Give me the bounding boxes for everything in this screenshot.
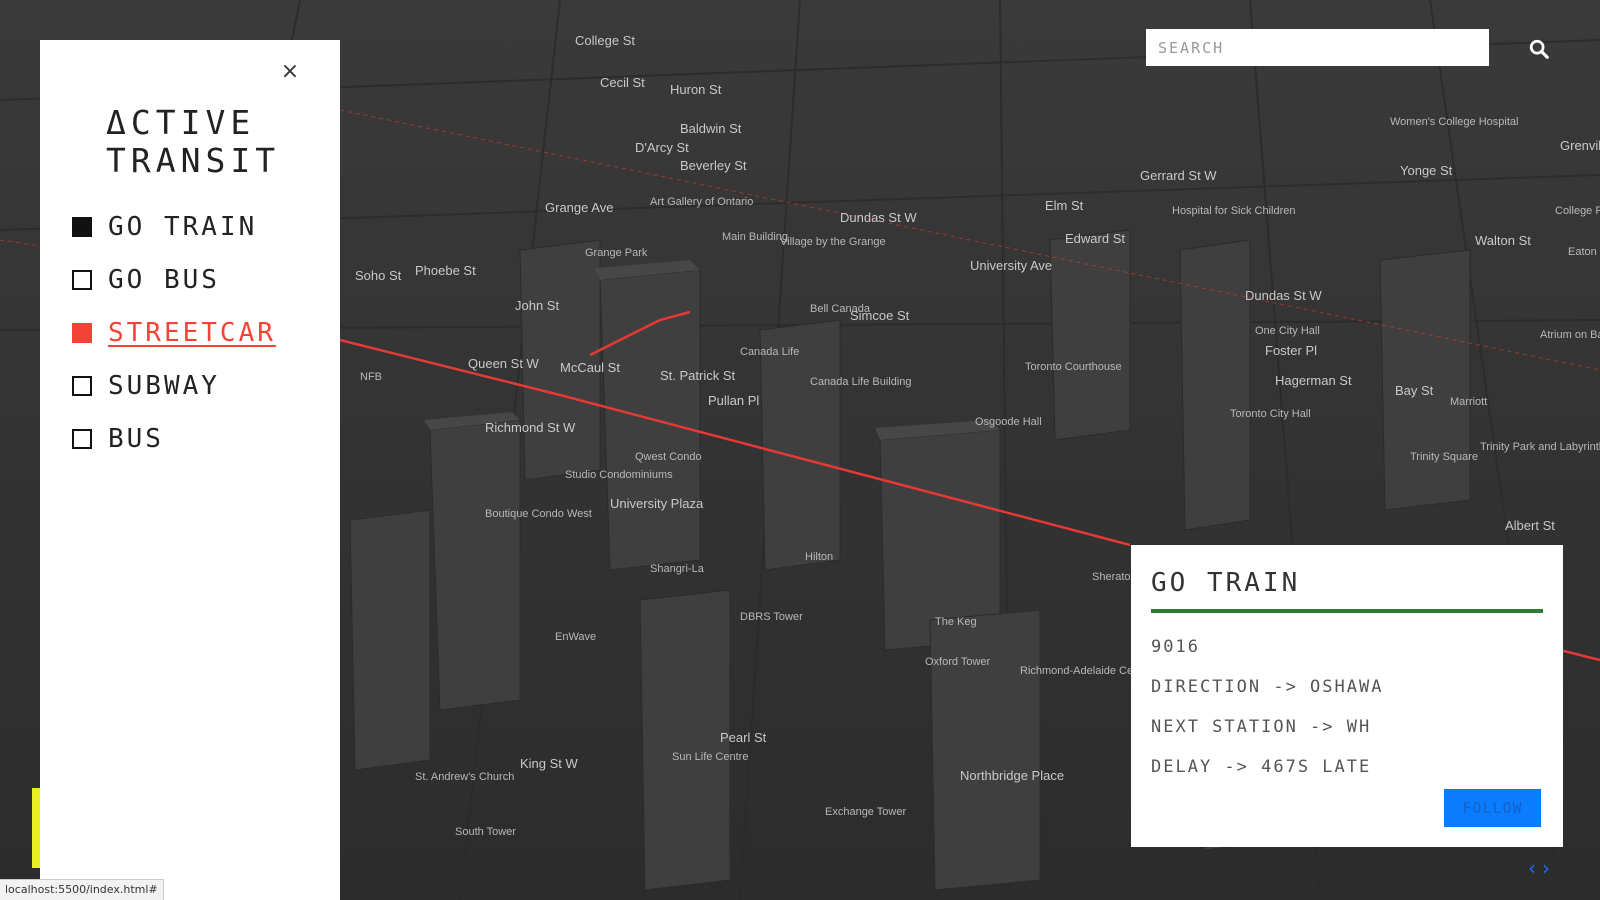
filter-label: BUS bbox=[108, 423, 164, 454]
map-label: Richmond St W bbox=[485, 420, 576, 435]
map-label: Trinity Square bbox=[1410, 451, 1478, 463]
chevron-right-icon[interactable]: › bbox=[1542, 856, 1550, 880]
map-label: Pullan Pl bbox=[708, 393, 759, 408]
map-label: College Park bbox=[1555, 205, 1600, 217]
map-label: Boutique Condo West bbox=[485, 508, 592, 520]
checkbox[interactable] bbox=[72, 269, 92, 290]
map-label: Pearl St bbox=[720, 730, 767, 745]
map-label: One City Hall bbox=[1255, 325, 1320, 337]
map-label: Art Gallery of Ontario bbox=[650, 196, 753, 208]
status-bar-url: localhost:5500/index.html# bbox=[0, 879, 164, 900]
filter-label: SUBWAY bbox=[108, 370, 220, 401]
map-label: Cecil St bbox=[600, 75, 645, 90]
map-label: The Keg bbox=[935, 616, 977, 628]
map-label: Soho St bbox=[355, 268, 402, 283]
map-label: Qwest Condo bbox=[635, 451, 702, 463]
map-label: College St bbox=[575, 33, 635, 48]
card-divider bbox=[1151, 609, 1543, 613]
map-label: Toronto City Hall bbox=[1230, 408, 1311, 420]
map-label: Atrium on Bay bbox=[1540, 329, 1600, 341]
search-icon[interactable] bbox=[1528, 38, 1550, 60]
chevron-left-icon[interactable]: ‹ bbox=[1528, 856, 1536, 880]
filter-label: GO BUS bbox=[108, 264, 220, 295]
map-label: Foster Pl bbox=[1265, 343, 1317, 358]
map-label: Northbridge Place bbox=[960, 768, 1064, 783]
map-label: Edward St bbox=[1065, 231, 1125, 246]
map-label: South Tower bbox=[455, 826, 516, 838]
map-label: Studio Condominiums bbox=[565, 469, 673, 481]
map-label: Canada Life bbox=[740, 346, 799, 358]
map-label: Eaton Chelsea bbox=[1568, 246, 1600, 258]
filter-go-bus[interactable]: GO BUS bbox=[72, 253, 276, 306]
follow-button[interactable]: FOLLOW bbox=[1444, 789, 1541, 827]
map-label: John St bbox=[515, 298, 559, 313]
map-label: St. Patrick St bbox=[660, 368, 736, 383]
transit-filter-list: GO TRAIN GO BUS STREETCAR SUBWAY BUS bbox=[72, 200, 276, 465]
vehicle-id: 9016 bbox=[1151, 637, 1200, 657]
filter-label: GO TRAIN bbox=[108, 211, 258, 242]
map-label: Canada Life Building bbox=[810, 376, 912, 388]
map-label: Trinity Park and Labyrinth bbox=[1480, 441, 1600, 453]
map-label: Yonge St bbox=[1400, 163, 1453, 178]
map-label: Sun Life Centre bbox=[672, 751, 748, 763]
map-label: Gerrard St W bbox=[1140, 168, 1217, 183]
map-label: Village by the Grange bbox=[780, 236, 886, 248]
map-label: Queen St W bbox=[468, 356, 540, 371]
map-label: Main Building bbox=[722, 231, 788, 243]
map-label: University Plaza bbox=[610, 496, 704, 511]
checkbox[interactable] bbox=[72, 322, 92, 343]
map-label: University Ave bbox=[970, 258, 1052, 273]
map-label: EnWave bbox=[555, 631, 596, 643]
map-label: Oxford Tower bbox=[925, 656, 991, 668]
map-label: Elm St bbox=[1045, 198, 1084, 213]
vehicle-info-card: GO TRAIN 9016 DIRECTION -> OSHAWA NEXT S… bbox=[1131, 545, 1563, 847]
search-input[interactable] bbox=[1146, 29, 1489, 66]
map-label: Hospital for Sick Children bbox=[1172, 205, 1296, 217]
map-label: Hagerman St bbox=[1275, 373, 1352, 388]
accent-bar bbox=[32, 788, 40, 868]
map-label: Shangri-La bbox=[650, 563, 705, 575]
checkbox[interactable] bbox=[72, 428, 92, 449]
map-label: Marriott bbox=[1450, 396, 1487, 408]
map-label: NFB bbox=[360, 371, 382, 383]
map-label: Dundas St W bbox=[1245, 288, 1322, 303]
map-label: DBRS Tower bbox=[740, 611, 803, 623]
map-label: Bell Canada bbox=[810, 303, 871, 315]
map-label: Bay St bbox=[1395, 383, 1434, 398]
filter-streetcar[interactable]: STREETCAR bbox=[72, 306, 276, 359]
transit-filter-panel: × ΔCTIVE TRANSIT GO TRAIN GO BUS STREETC… bbox=[40, 40, 340, 900]
delay-text: DELAY -> 467S LATE bbox=[1151, 757, 1372, 777]
map-label: Walton St bbox=[1475, 233, 1531, 248]
filter-bus[interactable]: BUS bbox=[72, 412, 276, 465]
map-label: King St W bbox=[520, 756, 579, 771]
map-label: Phoebe St bbox=[415, 263, 476, 278]
map-label: Osgoode Hall bbox=[975, 416, 1042, 428]
checkbox[interactable] bbox=[72, 375, 92, 396]
map-label: Baldwin St bbox=[680, 121, 742, 136]
map-label: Toronto Courthouse bbox=[1025, 361, 1122, 373]
map-label: Grange Park bbox=[585, 247, 648, 259]
map-nav-arrows: ‹ › bbox=[1528, 856, 1556, 880]
close-icon[interactable]: × bbox=[280, 61, 300, 83]
map-label: Huron St bbox=[670, 82, 722, 97]
map-label: Exchange Tower bbox=[825, 806, 906, 818]
filter-subway[interactable]: SUBWAY bbox=[72, 359, 276, 412]
next-station-text: NEXT STATION -> WH bbox=[1151, 717, 1372, 737]
map-label: Grenville St bbox=[1560, 138, 1600, 153]
direction-text: DIRECTION -> OSHAWA bbox=[1151, 677, 1384, 697]
card-title: GO TRAIN bbox=[1151, 568, 1301, 598]
map-label: D'Arcy St bbox=[635, 140, 689, 155]
map-label: Women's College Hospital bbox=[1390, 116, 1518, 128]
filter-label: STREETCAR bbox=[108, 317, 276, 348]
map-label: Dundas St W bbox=[840, 210, 917, 225]
checkbox[interactable] bbox=[72, 216, 92, 237]
map-label: Grange Ave bbox=[545, 200, 613, 215]
map-label: St. Andrew's Church bbox=[415, 771, 514, 783]
map-label: Beverley St bbox=[680, 158, 747, 173]
filter-go-train[interactable]: GO TRAIN bbox=[72, 200, 276, 253]
map-label: Albert St bbox=[1505, 518, 1555, 533]
panel-title: ΔCTIVE TRANSIT bbox=[106, 103, 281, 180]
map-label: McCaul St bbox=[560, 360, 620, 375]
map-label: Hilton bbox=[805, 551, 833, 563]
